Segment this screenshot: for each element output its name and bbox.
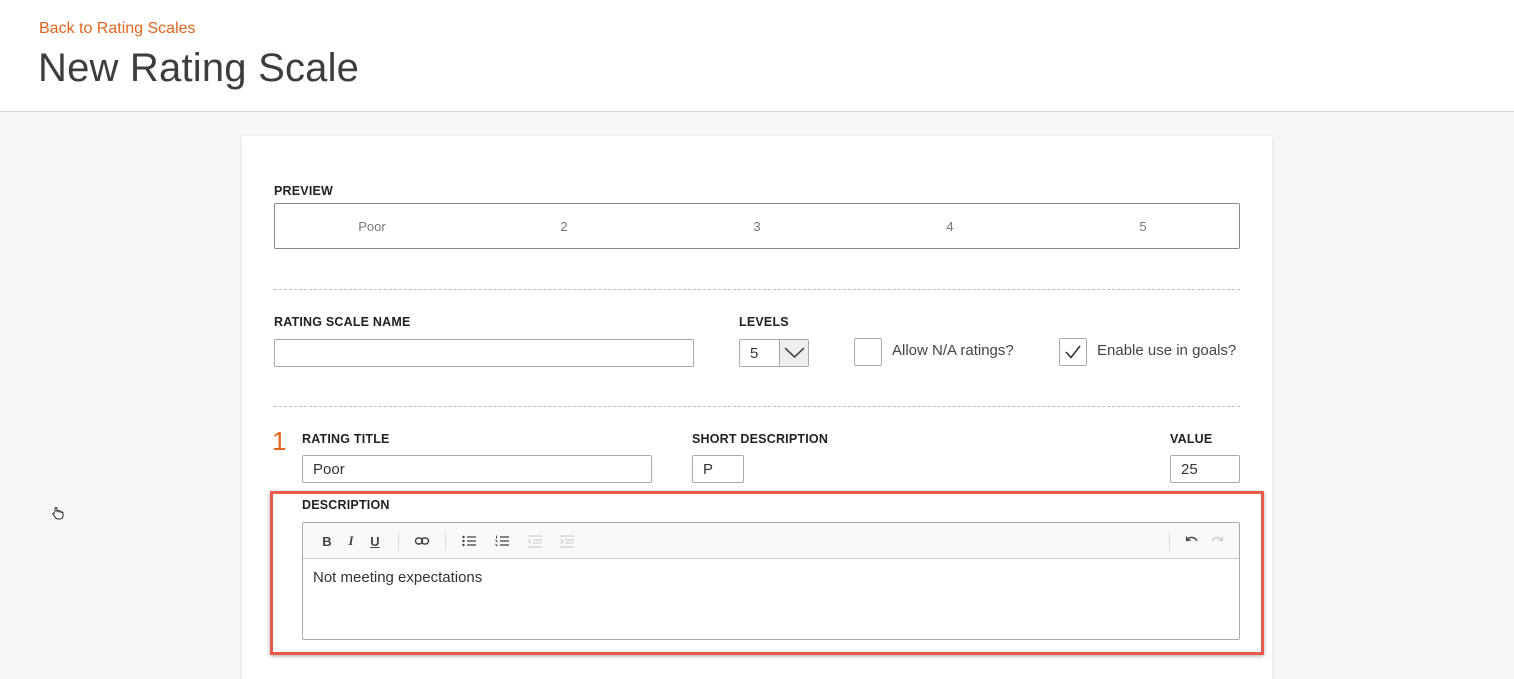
outdent-button[interactable] xyxy=(525,531,545,551)
description-text[interactable]: Not meeting expectations xyxy=(313,569,482,586)
link-icon xyxy=(414,537,430,545)
levels-dropdown-toggle[interactable] xyxy=(779,340,808,366)
undo-button[interactable] xyxy=(1182,531,1202,551)
hand-cursor-icon xyxy=(52,507,64,520)
levels-label: LEVELS xyxy=(739,315,789,329)
preview-item-4: 4 xyxy=(946,219,954,234)
rating-number: 1 xyxy=(272,426,287,456)
underline-button[interactable]: U xyxy=(365,531,385,551)
bulleted-list-button[interactable] xyxy=(459,531,479,551)
short-description-label: SHORT DESCRIPTION xyxy=(692,432,829,446)
italic-icon: I xyxy=(348,533,354,548)
rating-title-label: RATING TITLE xyxy=(302,432,390,446)
rating-scale-name-input[interactable] xyxy=(274,339,694,367)
levels-value: 5 xyxy=(750,345,759,362)
bold-icon: B xyxy=(322,533,332,549)
editor-toolbar: B I U xyxy=(303,523,1239,559)
back-to-rating-scales-link[interactable]: Back to Rating Scales xyxy=(39,20,196,38)
bulleted-list-icon xyxy=(462,535,476,547)
divider xyxy=(274,406,1240,407)
indent-button[interactable] xyxy=(557,531,577,551)
preview-item-3: 3 xyxy=(753,219,761,234)
toolbar-separator xyxy=(1169,531,1170,551)
underline-icon: U xyxy=(370,533,380,549)
preview-label: PREVIEW xyxy=(274,184,334,198)
italic-button[interactable]: I xyxy=(341,531,361,551)
indent-icon xyxy=(560,535,574,548)
undo-icon xyxy=(1185,536,1198,542)
preview-item-2: 2 xyxy=(560,219,568,234)
value-label: VALUE xyxy=(1170,432,1213,446)
toolbar-separator xyxy=(398,531,399,551)
rating-preview: Poor 2 3 4 5 xyxy=(274,203,1240,249)
bold-button[interactable]: B xyxy=(317,531,337,551)
toolbar-separator xyxy=(445,531,446,551)
page-title: New Rating Scale xyxy=(38,46,360,90)
description-editor[interactable]: B I U Not meeting expectations xyxy=(302,522,1240,640)
short-description-input[interactable] xyxy=(692,455,744,483)
rating-scale-name-label: RATING SCALE NAME xyxy=(274,315,411,329)
redo-icon xyxy=(1211,536,1224,542)
enable-goals-label: Enable use in goals? xyxy=(1097,342,1237,359)
preview-item-5: 5 xyxy=(1139,219,1147,234)
redo-button[interactable] xyxy=(1207,531,1227,551)
rating-scale-form: PREVIEW Poor 2 3 4 5 RATING SCALE NAME L… xyxy=(242,136,1272,679)
description-label: DESCRIPTION xyxy=(302,498,390,512)
levels-select[interactable]: 5 xyxy=(739,339,809,367)
rating-title-input[interactable] xyxy=(302,455,652,483)
divider xyxy=(274,289,1240,290)
preview-item-1: Poor xyxy=(358,219,386,234)
outdent-icon xyxy=(527,535,542,548)
numbered-list-icon xyxy=(495,535,509,547)
chevron-down-icon xyxy=(784,347,805,359)
enable-goals-checkbox[interactable] xyxy=(1059,338,1087,366)
page-header: Back to Rating Scales New Rating Scale xyxy=(0,0,1514,112)
numbered-list-button[interactable] xyxy=(492,531,512,551)
allow-na-checkbox[interactable] xyxy=(854,338,882,366)
checkmark-icon xyxy=(1065,345,1081,359)
value-input[interactable] xyxy=(1170,455,1240,483)
allow-na-label: Allow N/A ratings? xyxy=(892,342,1014,359)
link-button[interactable] xyxy=(412,531,432,551)
